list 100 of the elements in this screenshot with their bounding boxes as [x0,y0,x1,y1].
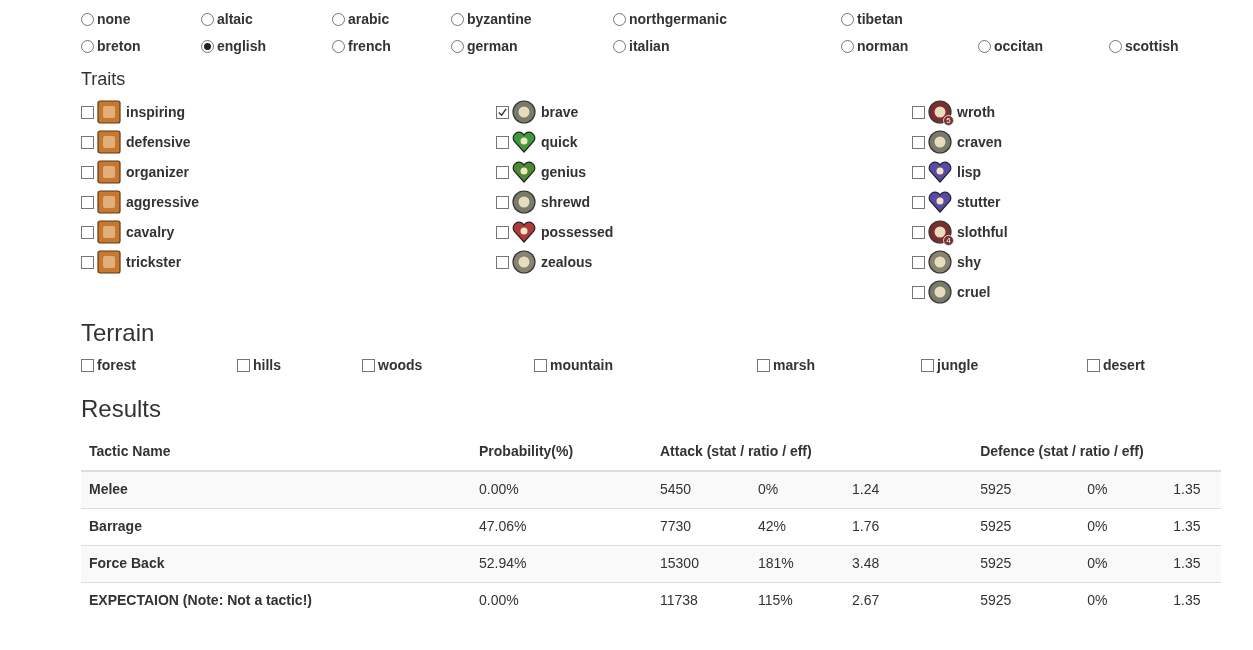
column-header: Tactic Name [81,433,471,471]
checkbox[interactable] [81,165,94,179]
radio-label: english [217,37,266,56]
checkbox[interactable] [81,105,94,119]
table-cell: 42% [750,508,844,545]
table-cell: 2.67 [844,582,973,619]
trait-label: zealous [541,252,593,272]
checkbox[interactable] [912,285,925,299]
radio-button[interactable] [201,13,214,26]
checkbox[interactable] [912,105,925,119]
column-header: Defence (stat / ratio / eff) [972,433,1221,471]
trait-label: lisp [957,162,982,182]
checkbox[interactable] [81,255,94,269]
radio-button[interactable] [613,13,626,26]
checkbox[interactable] [534,359,547,372]
radio-label: occitan [994,37,1043,56]
checkbox[interactable] [496,255,509,269]
table-cell: 7730 [652,508,750,545]
trait-label: cruel [957,282,991,302]
radio-label: tibetan [857,10,903,29]
table-cell: 0% [1079,508,1166,545]
checkbox[interactable] [237,359,250,372]
trait-label: quick [541,132,578,152]
radio-button[interactable] [613,40,626,53]
radio-button[interactable] [841,40,854,53]
terrain-label: forest [97,356,136,375]
checkbox[interactable] [81,135,94,149]
checkbox[interactable] [912,255,925,269]
radio-label: arabic [348,10,390,29]
table-cell: 5925 [972,582,1080,619]
radio-label: german [467,37,518,56]
table-cell: 115% [750,582,844,619]
radio-label: northgermanic [629,10,727,29]
trait-label: shy [957,252,982,272]
terrain-label: woods [378,356,423,375]
checkbox[interactable] [81,195,94,209]
table-cell: 5925 [972,545,1080,582]
checkbox[interactable] [912,195,925,209]
section-heading: Traits [81,68,127,91]
trait-level: 4 [943,235,954,246]
radio-button[interactable] [332,40,345,53]
checkbox[interactable] [912,225,925,239]
checkbox[interactable] [496,165,509,179]
table-cell: 11738 [652,582,750,619]
checkbox[interactable] [362,359,375,372]
table-cell: 1.35 [1165,582,1221,619]
radio-button[interactable] [81,40,94,53]
radio-button[interactable] [978,40,991,53]
checkbox[interactable] [757,359,770,372]
checkbox[interactable] [1087,359,1100,372]
table-cell: 5450 [652,471,750,508]
radio-label: scottish [1125,37,1179,56]
tactic-name-cell: Melee [81,471,471,508]
tactic-name-cell: Barrage [81,508,471,545]
trait-label: shrewd [541,192,590,212]
radio-button[interactable] [1109,40,1122,53]
checkbox[interactable] [921,359,934,372]
trait-label: trickster [126,252,182,272]
section-heading: Results [81,395,163,423]
trait-label: inspiring [126,102,186,122]
radio-button[interactable] [451,13,464,26]
table-cell: 5925 [972,508,1080,545]
checkbox[interactable] [496,195,509,209]
table-cell: 1.35 [1165,471,1221,508]
radio-button[interactable] [201,40,214,53]
tactic-name-cell: EXPECTAION (Note: Not a tactic!) [81,582,471,619]
radio-label: breton [97,37,141,56]
checkbox[interactable] [912,135,925,149]
table-cell: 0% [1079,582,1166,619]
trait-label: aggressive [126,192,200,212]
radio-button[interactable] [451,40,464,53]
trait-label: defensive [126,132,191,152]
trait-label: brave [541,102,579,122]
radio-button[interactable] [81,13,94,26]
radio-label: norman [857,37,909,56]
table-cell: 1.35 [1165,508,1221,545]
trait-label: slothful [957,222,1008,242]
checkbox[interactable] [496,105,509,119]
table-cell: 181% [750,545,844,582]
table-cell: 0% [750,471,844,508]
table-cell: 52.94% [471,545,652,582]
checkbox[interactable] [496,225,509,239]
table-cell: 1.35 [1165,545,1221,582]
terrain-label: jungle [937,356,979,375]
radio-label: french [348,37,391,56]
trait-label: craven [957,132,1003,152]
radio-button[interactable] [332,13,345,26]
checkbox[interactable] [81,225,94,239]
trait-label: wroth [957,102,996,122]
table-cell: 5925 [972,471,1080,508]
trait-label: stutter [957,192,1001,212]
checkbox[interactable] [912,165,925,179]
trait-label: genius [541,162,587,182]
checkbox[interactable] [81,359,94,372]
radio-label: italian [629,37,670,56]
terrain-label: marsh [773,356,816,375]
checkbox[interactable] [496,135,509,149]
trait-label: cavalry [126,222,175,242]
radio-button[interactable] [841,13,854,26]
column-header: Attack (stat / ratio / eff) [652,433,973,471]
